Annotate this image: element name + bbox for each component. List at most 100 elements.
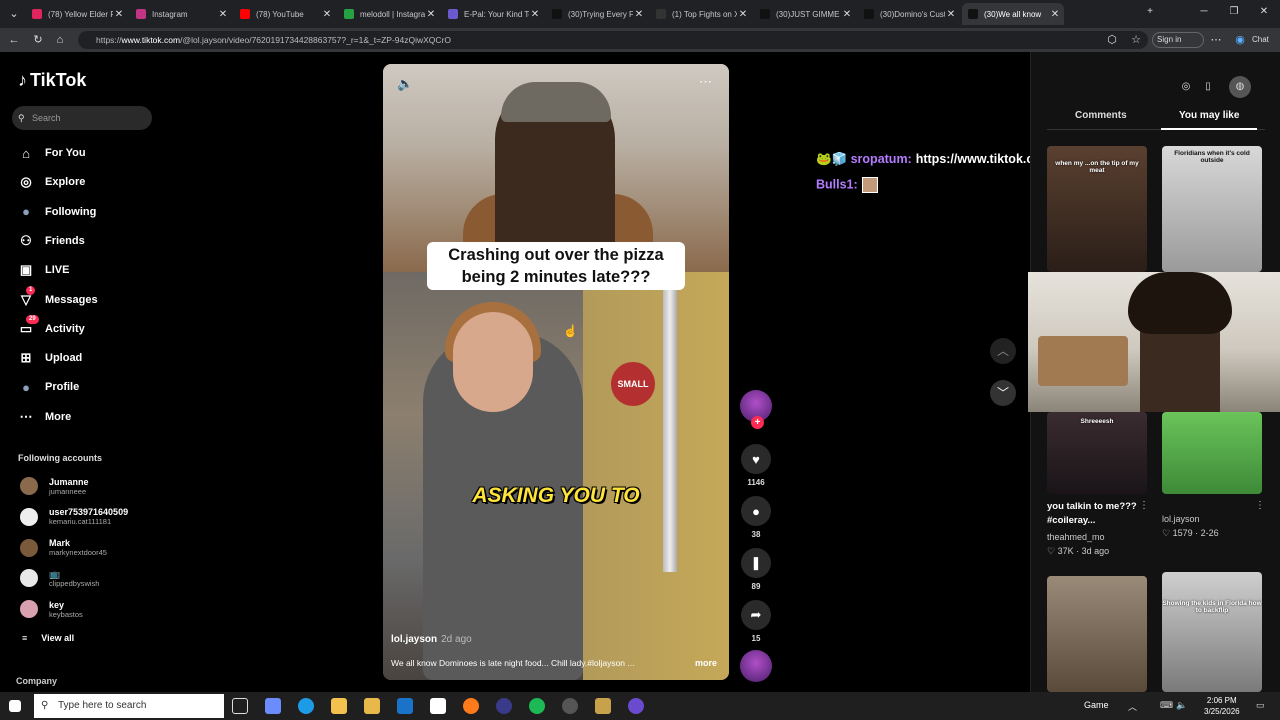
following-account[interactable]: Mark markynextdoor45 — [20, 536, 107, 560]
browser-tab[interactable]: (30)We all know ✕ — [962, 3, 1064, 25]
like-button[interactable]: ♥ 1146 — [738, 444, 774, 487]
sidebar-item-friends[interactable]: ⚇ Friends — [16, 230, 85, 252]
close-tab-icon[interactable]: ✕ — [425, 9, 437, 20]
creator-avatar[interactable]: + — [740, 390, 772, 429]
browser-tab[interactable]: (78) Yellow Elder Prin✕ — [26, 3, 128, 25]
card-title[interactable]: you talkin to me???#coileray... — [1047, 500, 1145, 528]
windows-start-icon[interactable] — [9, 700, 21, 712]
search-input[interactable]: ⚲ Search — [12, 106, 152, 130]
task-view-icon[interactable] — [232, 698, 248, 714]
sidebar-item-messages[interactable]: ▽ 1 Messages — [16, 285, 98, 311]
video-player[interactable]: SMALL Crashing out over the pizza being … — [383, 64, 729, 680]
close-tab-icon[interactable]: ✕ — [113, 9, 125, 20]
sidebar-item-following[interactable]: ● Following — [16, 201, 96, 223]
description-more-button[interactable]: more — [695, 658, 717, 668]
tab-list-icon[interactable]: ⌄ — [6, 6, 22, 22]
following-account[interactable]: user753971640509 kemariu.cat111181 — [20, 505, 128, 529]
next-video-button[interactable]: ﹀ — [990, 380, 1016, 406]
browser-tab[interactable]: (30)JUST GIMME MY✕ — [754, 3, 856, 25]
close-tab-icon[interactable]: ✕ — [737, 9, 749, 20]
close-tab-icon[interactable]: ✕ — [945, 9, 957, 20]
following-account[interactable]: 📺 clippedbyswish — [20, 566, 99, 590]
follow-plus-icon[interactable]: + — [751, 416, 764, 429]
notepad-app-icon[interactable] — [430, 698, 446, 714]
close-tab-icon[interactable]: ✕ — [529, 9, 541, 20]
card-more-icon[interactable]: ⋮ — [1255, 500, 1265, 511]
chat-label[interactable]: Chat — [1252, 35, 1269, 44]
game-label[interactable]: Game — [1084, 700, 1109, 710]
recommended-thumb[interactable]: Showing the kids in Florida how to backf… — [1162, 572, 1262, 692]
recommended-thumb[interactable]: when my ...on the tip of my meat — [1047, 146, 1147, 272]
company-link[interactable]: Company — [16, 676, 57, 686]
coin-icon[interactable]: ◎ — [1175, 76, 1197, 98]
close-tab-icon[interactable]: ✕ — [321, 9, 333, 20]
following-account[interactable]: Jumanne jumanneee — [20, 474, 89, 498]
sign-in-button[interactable]: Sign in — [1152, 32, 1205, 48]
video-more-icon[interactable]: ⋯ — [699, 74, 712, 90]
close-window-icon[interactable]: ✕ — [1254, 6, 1274, 17]
browser-tab[interactable]: E-Pal: Your Kind Teamm✕ — [442, 3, 544, 25]
close-tab-icon[interactable]: ✕ — [841, 9, 853, 20]
sidebar-item-upload[interactable]: ⊞ Upload — [16, 347, 83, 369]
sidebar-item-explore[interactable]: ◎ Explore — [16, 171, 85, 193]
favorites-icon[interactable]: ☆ — [1128, 32, 1144, 48]
recommended-thumb[interactable]: Shreeeesh — [1047, 412, 1147, 494]
sidebar-item-live[interactable]: ▣ LIVE — [16, 259, 70, 281]
browser-tab[interactable]: melodoll | Instagram ✕ — [338, 3, 440, 25]
user-avatar-icon[interactable]: ◍ — [1229, 76, 1251, 98]
sidebar-item-profile[interactable]: ● Profile — [16, 376, 79, 398]
edge-app-icon[interactable] — [298, 698, 314, 714]
browser-tab[interactable]: (78) YouTube ✕ — [234, 3, 336, 25]
save-button[interactable]: ❚ 89 — [738, 548, 774, 591]
video-author[interactable]: lol.jayson 2d ago — [391, 634, 472, 645]
taskbar-search-input[interactable]: ⚲ Type here to search — [34, 694, 224, 718]
close-tab-icon[interactable]: ✕ — [1049, 9, 1061, 20]
following-account[interactable]: key keybastos — [20, 597, 83, 621]
back-icon[interactable]: ← — [6, 32, 22, 48]
obs-app-icon[interactable] — [628, 698, 644, 714]
copilot-app-icon[interactable] — [265, 698, 281, 714]
tray-chevron-icon[interactable]: ︿ — [1128, 700, 1137, 713]
device-icon[interactable]: ▯ — [1197, 76, 1219, 98]
spotify-app-icon[interactable] — [529, 698, 545, 714]
share-button[interactable]: ➦ 15 — [738, 600, 774, 643]
game-app-icon[interactable] — [595, 698, 611, 714]
home-icon[interactable]: ⌂ — [52, 32, 68, 48]
tiktok-logo[interactable]: ♪ TikTok — [18, 70, 86, 91]
taskbar-clock[interactable]: 2:06 PM 3/25/2026 — [1204, 695, 1240, 717]
extensions-icon[interactable]: ⬡ — [1104, 32, 1120, 48]
network-icon[interactable]: ⌨ — [1160, 700, 1173, 711]
card-user[interactable]: theahmed_mo — [1047, 532, 1105, 542]
sidebar-item-more[interactable]: ⋯ More — [16, 406, 72, 428]
volume-icon[interactable]: 🔈 — [397, 76, 413, 92]
sidebar-item-for-you[interactable]: ⌂ For You — [16, 142, 85, 164]
view-all-button[interactable]: ≡ View all — [22, 633, 74, 643]
file-explorer-icon[interactable] — [331, 698, 347, 714]
tab-you-may-like[interactable]: You may like — [1160, 110, 1258, 130]
media-app-icon[interactable] — [496, 698, 512, 714]
comment-button[interactable]: ● 38 — [738, 496, 774, 539]
notification-icon[interactable]: ▭ — [1256, 700, 1265, 711]
close-tab-icon[interactable]: ✕ — [633, 9, 645, 20]
minimize-icon[interactable]: ─ — [1194, 6, 1214, 17]
tab-comments[interactable]: Comments — [1075, 110, 1127, 121]
card-more-icon[interactable]: ⋮ — [1139, 500, 1149, 511]
store-app-icon[interactable] — [364, 698, 380, 714]
sidebar-item-activity[interactable]: ▭ 29 Activity — [16, 314, 85, 340]
recommended-thumb[interactable] — [1047, 576, 1147, 692]
steam-app-icon[interactable] — [562, 698, 578, 714]
recommended-thumb[interactable] — [1162, 412, 1262, 494]
maximize-icon[interactable]: ❐ — [1224, 6, 1244, 17]
firefox-app-icon[interactable] — [463, 698, 479, 714]
outlook-app-icon[interactable] — [397, 698, 413, 714]
browser-tab[interactable]: Instagram ✕ — [130, 3, 232, 25]
card-user[interactable]: lol.jayson — [1162, 514, 1200, 524]
browser-tab[interactable]: (30)Domino's Custom✕ — [858, 3, 960, 25]
browser-tab[interactable]: (30)Trying Every Flavo✕ — [546, 3, 648, 25]
close-tab-icon[interactable]: ✕ — [217, 9, 229, 20]
url-field[interactable]: https://www.tiktok.com/@lol.jayson/video… — [78, 31, 1148, 49]
browser-tab[interactable]: (1) Top Fights on X ✕ — [650, 3, 752, 25]
copilot-icon[interactable]: ◉ — [1232, 32, 1248, 48]
menu-icon[interactable]: ⋯ — [1208, 32, 1224, 48]
music-disc-icon[interactable] — [740, 650, 772, 682]
